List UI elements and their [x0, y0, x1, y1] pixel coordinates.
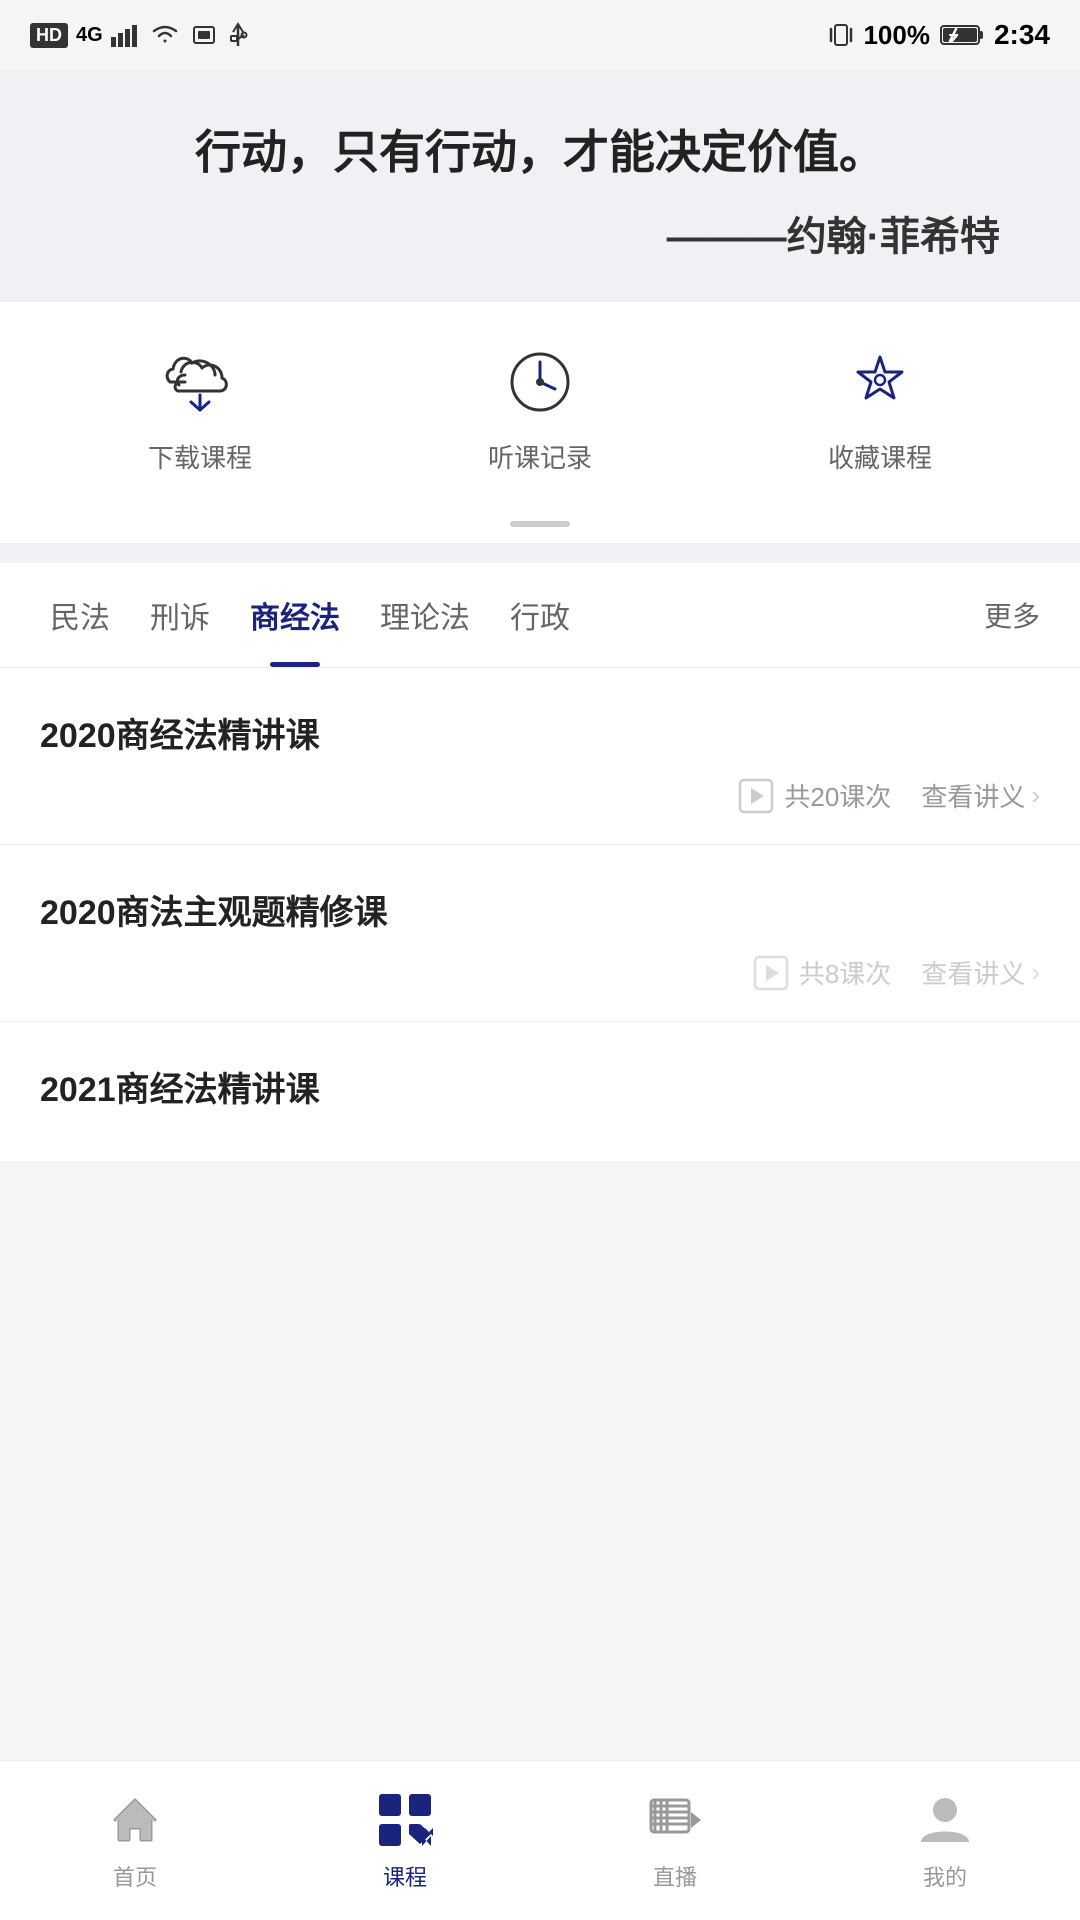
- mine-nav-label: 我的: [923, 1860, 967, 1892]
- link-text: 查看讲义: [921, 777, 1025, 814]
- header-banner: 行动，只有行动，才能决定价值。 ———约翰·菲希特: [0, 70, 1080, 302]
- live-icon: [645, 1790, 705, 1850]
- category-tabs: 民法 刑诉 商经法 理论法 行政 更多: [0, 563, 1080, 668]
- course-icon: [375, 1790, 435, 1850]
- section-divider: [0, 543, 1080, 563]
- course-meta: 共20课次 查看讲义 ›: [40, 777, 1040, 814]
- battery-icon: [940, 23, 984, 47]
- course-lessons: 共20课次: [738, 777, 891, 814]
- view-notes-button-2[interactable]: 查看讲义 ›: [921, 954, 1040, 991]
- listen-history-button[interactable]: 听课记录: [488, 342, 592, 475]
- play-icon-locked: [753, 955, 789, 991]
- hd-badge: HD: [30, 23, 68, 48]
- tab-more-button[interactable]: 更多: [974, 565, 1050, 665]
- status-left-icons: HD 4G: [30, 22, 249, 48]
- favorite-label: 收藏课程: [828, 438, 932, 475]
- course-title: 2020商法主观题精修课: [40, 885, 1040, 934]
- link-text: 查看讲义: [921, 954, 1025, 991]
- tab-minfa[interactable]: 民法: [30, 563, 130, 667]
- status-right-icons: 100% 2:34: [829, 19, 1050, 51]
- tab-shangjingfa[interactable]: 商经法: [230, 563, 360, 667]
- main-content: 行动，只有行动，才能决定价值。 ———约翰·菲希特 下载课程: [0, 70, 1080, 1760]
- course-title: 2020商经法精讲课: [40, 708, 1040, 757]
- status-bar: HD 4G 100%: [0, 0, 1080, 70]
- quick-actions: 下载课程 听课记录 收藏课程: [0, 302, 1080, 505]
- time-display: 2:34: [994, 19, 1050, 51]
- list-item: 2020商经法精讲课 共20课次 查看讲义 ›: [0, 668, 1080, 845]
- home-nav-label: 首页: [113, 1860, 157, 1892]
- nav-live[interactable]: 直播: [615, 1780, 735, 1902]
- vibrate-icon: [829, 21, 853, 49]
- tab-xingzheng[interactable]: 行政: [490, 563, 590, 667]
- list-item: 2020商法主观题精修课 共8课次 查看讲义 ›: [0, 845, 1080, 1022]
- course-list: 2020商经法精讲课 共20课次 查看讲义 › 2020商法主观题精修课: [0, 668, 1080, 1162]
- star-icon: [840, 342, 920, 422]
- view-notes-button-1[interactable]: 查看讲义 ›: [921, 777, 1040, 814]
- tab-lilunfa[interactable]: 理论法: [360, 563, 490, 667]
- quote-line1: 行动，只有行动，才能决定价值。: [40, 120, 1040, 184]
- favorite-course-button[interactable]: 收藏课程: [828, 342, 932, 475]
- nav-mine[interactable]: 我的: [885, 1780, 1005, 1902]
- play-icon: [738, 778, 774, 814]
- download-label: 下载课程: [148, 438, 252, 475]
- scroll-indicator: [0, 505, 1080, 543]
- course-title: 2021商经法精讲课: [40, 1062, 1040, 1111]
- nav-home[interactable]: 首页: [75, 1780, 195, 1902]
- signal-bars-icon: [111, 23, 141, 47]
- bottom-nav: 首页 课程: [0, 1760, 1080, 1920]
- live-nav-label: 直播: [653, 1860, 697, 1892]
- battery-percent: 100%: [863, 20, 930, 51]
- lessons-count: 共8课次: [799, 954, 891, 991]
- course-meta: 共8课次 查看讲义 ›: [40, 954, 1040, 991]
- tab-xingsu[interactable]: 刑诉: [130, 563, 230, 667]
- usb-icon: [227, 22, 249, 48]
- person-icon: [915, 1790, 975, 1850]
- history-label: 听课记录: [488, 438, 592, 475]
- wifi-icon: [149, 23, 181, 47]
- download-course-button[interactable]: 下载课程: [148, 342, 252, 475]
- signal-4g: 4G: [76, 24, 103, 47]
- list-item: 2021商经法精讲课: [0, 1022, 1080, 1162]
- quote-author: ———约翰·菲希特: [40, 204, 1040, 262]
- download-cloud-icon: [160, 342, 240, 422]
- chevron-right-icon: ›: [1031, 957, 1040, 988]
- lessons-count: 共20课次: [784, 777, 891, 814]
- scroll-dot: [510, 521, 570, 527]
- course-lessons: 共8课次: [753, 954, 891, 991]
- nav-course[interactable]: 课程: [345, 1780, 465, 1902]
- course-nav-label: 课程: [383, 1860, 427, 1892]
- home-icon: [105, 1790, 165, 1850]
- chip-icon: [189, 23, 219, 47]
- chevron-right-icon: ›: [1031, 780, 1040, 811]
- clock-icon: [500, 342, 580, 422]
